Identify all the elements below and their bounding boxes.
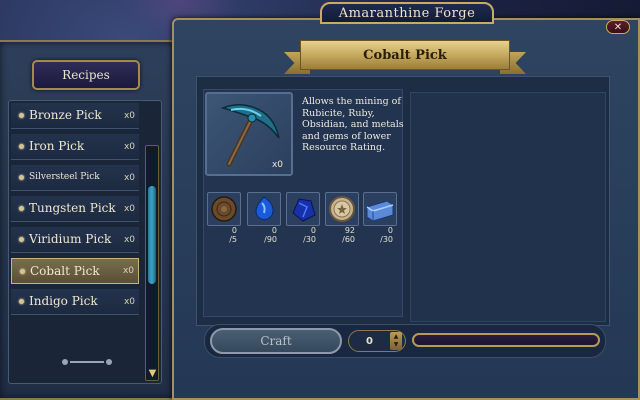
- material-have: 0: [310, 226, 316, 235]
- material-slot-coin[interactable]: 92 /60: [325, 192, 359, 250]
- recipe-item-cobalt-pick[interactable]: Cobalt Pick x0: [11, 258, 139, 284]
- bullet-icon: [19, 299, 24, 304]
- grip-dot: [106, 359, 112, 365]
- cobalt-bar-icon: [366, 200, 394, 222]
- grip-bar: [70, 361, 104, 363]
- craft-button-label: Craft: [260, 334, 292, 348]
- material-icon-slot: [286, 192, 320, 226]
- wood-disc-icon: [211, 196, 237, 222]
- craft-progress-bar: [412, 333, 600, 347]
- item-icon-slot[interactable]: x0: [205, 92, 293, 176]
- material-slot-blue-gem[interactable]: 0 /90: [247, 192, 281, 250]
- material-have: 92: [344, 226, 355, 235]
- pickaxe-icon: [220, 104, 280, 167]
- material-need: /30: [303, 235, 316, 244]
- craft-button[interactable]: Craft: [210, 328, 342, 354]
- recipe-item-silversteel-pick[interactable]: Silversteel Pick x0: [11, 165, 139, 191]
- material-slot-cobalt-bar[interactable]: 0 /30: [363, 192, 397, 250]
- blue-gem-icon: [255, 196, 274, 221]
- stepper-arrows[interactable]: ▲ ▼: [390, 332, 402, 350]
- material-icon-slot: [325, 192, 359, 226]
- material-icon-slot: [363, 192, 397, 226]
- item-name-banner: Cobalt Pick: [300, 40, 510, 70]
- recipe-scrollbar[interactable]: [145, 145, 159, 381]
- close-icon: ✕: [613, 21, 623, 33]
- materials-row: 0 /5 0 /90 0 /30 92 /60 0 /30: [207, 192, 403, 250]
- bullet-icon: [19, 144, 24, 149]
- material-icon-slot: [207, 192, 241, 226]
- recipe-list: Bronze Pick x0 Iron Pick x0 Silversteel …: [8, 100, 162, 384]
- material-need: /60: [342, 235, 355, 244]
- material-have: 0: [387, 226, 393, 235]
- recipe-count: x0: [123, 141, 135, 152]
- tan-coin-icon: [329, 196, 355, 222]
- grip-dot: [62, 359, 68, 365]
- scroll-thumb[interactable]: [148, 186, 156, 284]
- recipe-name: Iron Pick: [29, 139, 85, 153]
- recipes-panel: Recipes Bronze Pick x0 Iron Pick x0 Silv…: [0, 40, 178, 400]
- recipe-name: Viridium Pick: [29, 232, 112, 246]
- bullet-icon: [19, 113, 24, 118]
- material-slot-dark-gem[interactable]: 0 /30: [286, 192, 320, 250]
- recipe-count: x0: [123, 110, 135, 121]
- scroll-down-icon[interactable]: ▼: [146, 369, 159, 379]
- resize-handle[interactable]: [62, 358, 112, 366]
- recipe-count: x0: [122, 266, 134, 276]
- item-owned-count: x0: [271, 160, 283, 170]
- dark-blue-gem-icon: [292, 198, 316, 222]
- material-need: /30: [380, 235, 393, 244]
- recipe-item-iron-pick[interactable]: Iron Pick x0: [11, 134, 139, 160]
- recipe-name: Bronze Pick: [29, 108, 102, 122]
- secondary-pane: [410, 92, 606, 322]
- stepper-down-icon[interactable]: ▼: [394, 341, 399, 349]
- recipe-count: x0: [123, 296, 135, 307]
- recipe-item-bronze-pick[interactable]: Bronze Pick x0: [11, 103, 139, 129]
- quantity-stepper[interactable]: 0 ▲ ▼: [348, 330, 406, 352]
- material-have: 0: [231, 226, 237, 235]
- material-need: /90: [264, 235, 277, 244]
- window-title: Amaranthine Forge: [320, 2, 494, 24]
- stepper-up-icon[interactable]: ▲: [394, 333, 399, 341]
- recipe-count: x0: [123, 172, 135, 183]
- recipes-tab[interactable]: Recipes: [32, 60, 140, 90]
- close-button[interactable]: ✕: [606, 20, 630, 34]
- recipe-item-indigo-pick[interactable]: Indigo Pick x0: [11, 289, 139, 315]
- material-icon-slot: [247, 192, 281, 226]
- recipe-name: Tungsten Pick: [29, 201, 116, 215]
- material-have: 0: [271, 226, 277, 235]
- recipe-count: x0: [123, 234, 135, 245]
- bullet-icon: [19, 206, 24, 211]
- recipes-tab-label: Recipes: [62, 68, 110, 82]
- recipe-item-tungsten-pick[interactable]: Tungsten Pick x0: [11, 196, 139, 222]
- recipe-name: Silversteel Pick: [29, 172, 100, 182]
- recipe-item-viridium-pick[interactable]: Viridium Pick x0: [11, 227, 139, 253]
- material-need: /5: [229, 235, 237, 244]
- bullet-icon: [19, 175, 24, 180]
- item-description: Allows the mining of Rubicite, Ruby, Obs…: [302, 96, 404, 153]
- recipe-name: Cobalt Pick: [30, 263, 100, 278]
- material-slot-wood[interactable]: 0 /5: [207, 192, 241, 250]
- recipe-name: Indigo Pick: [29, 294, 98, 308]
- bullet-icon: [20, 268, 25, 274]
- recipe-count: x0: [123, 203, 135, 214]
- quantity-value[interactable]: 0: [349, 336, 390, 347]
- item-name: Cobalt Pick: [363, 47, 447, 63]
- bullet-icon: [19, 237, 24, 242]
